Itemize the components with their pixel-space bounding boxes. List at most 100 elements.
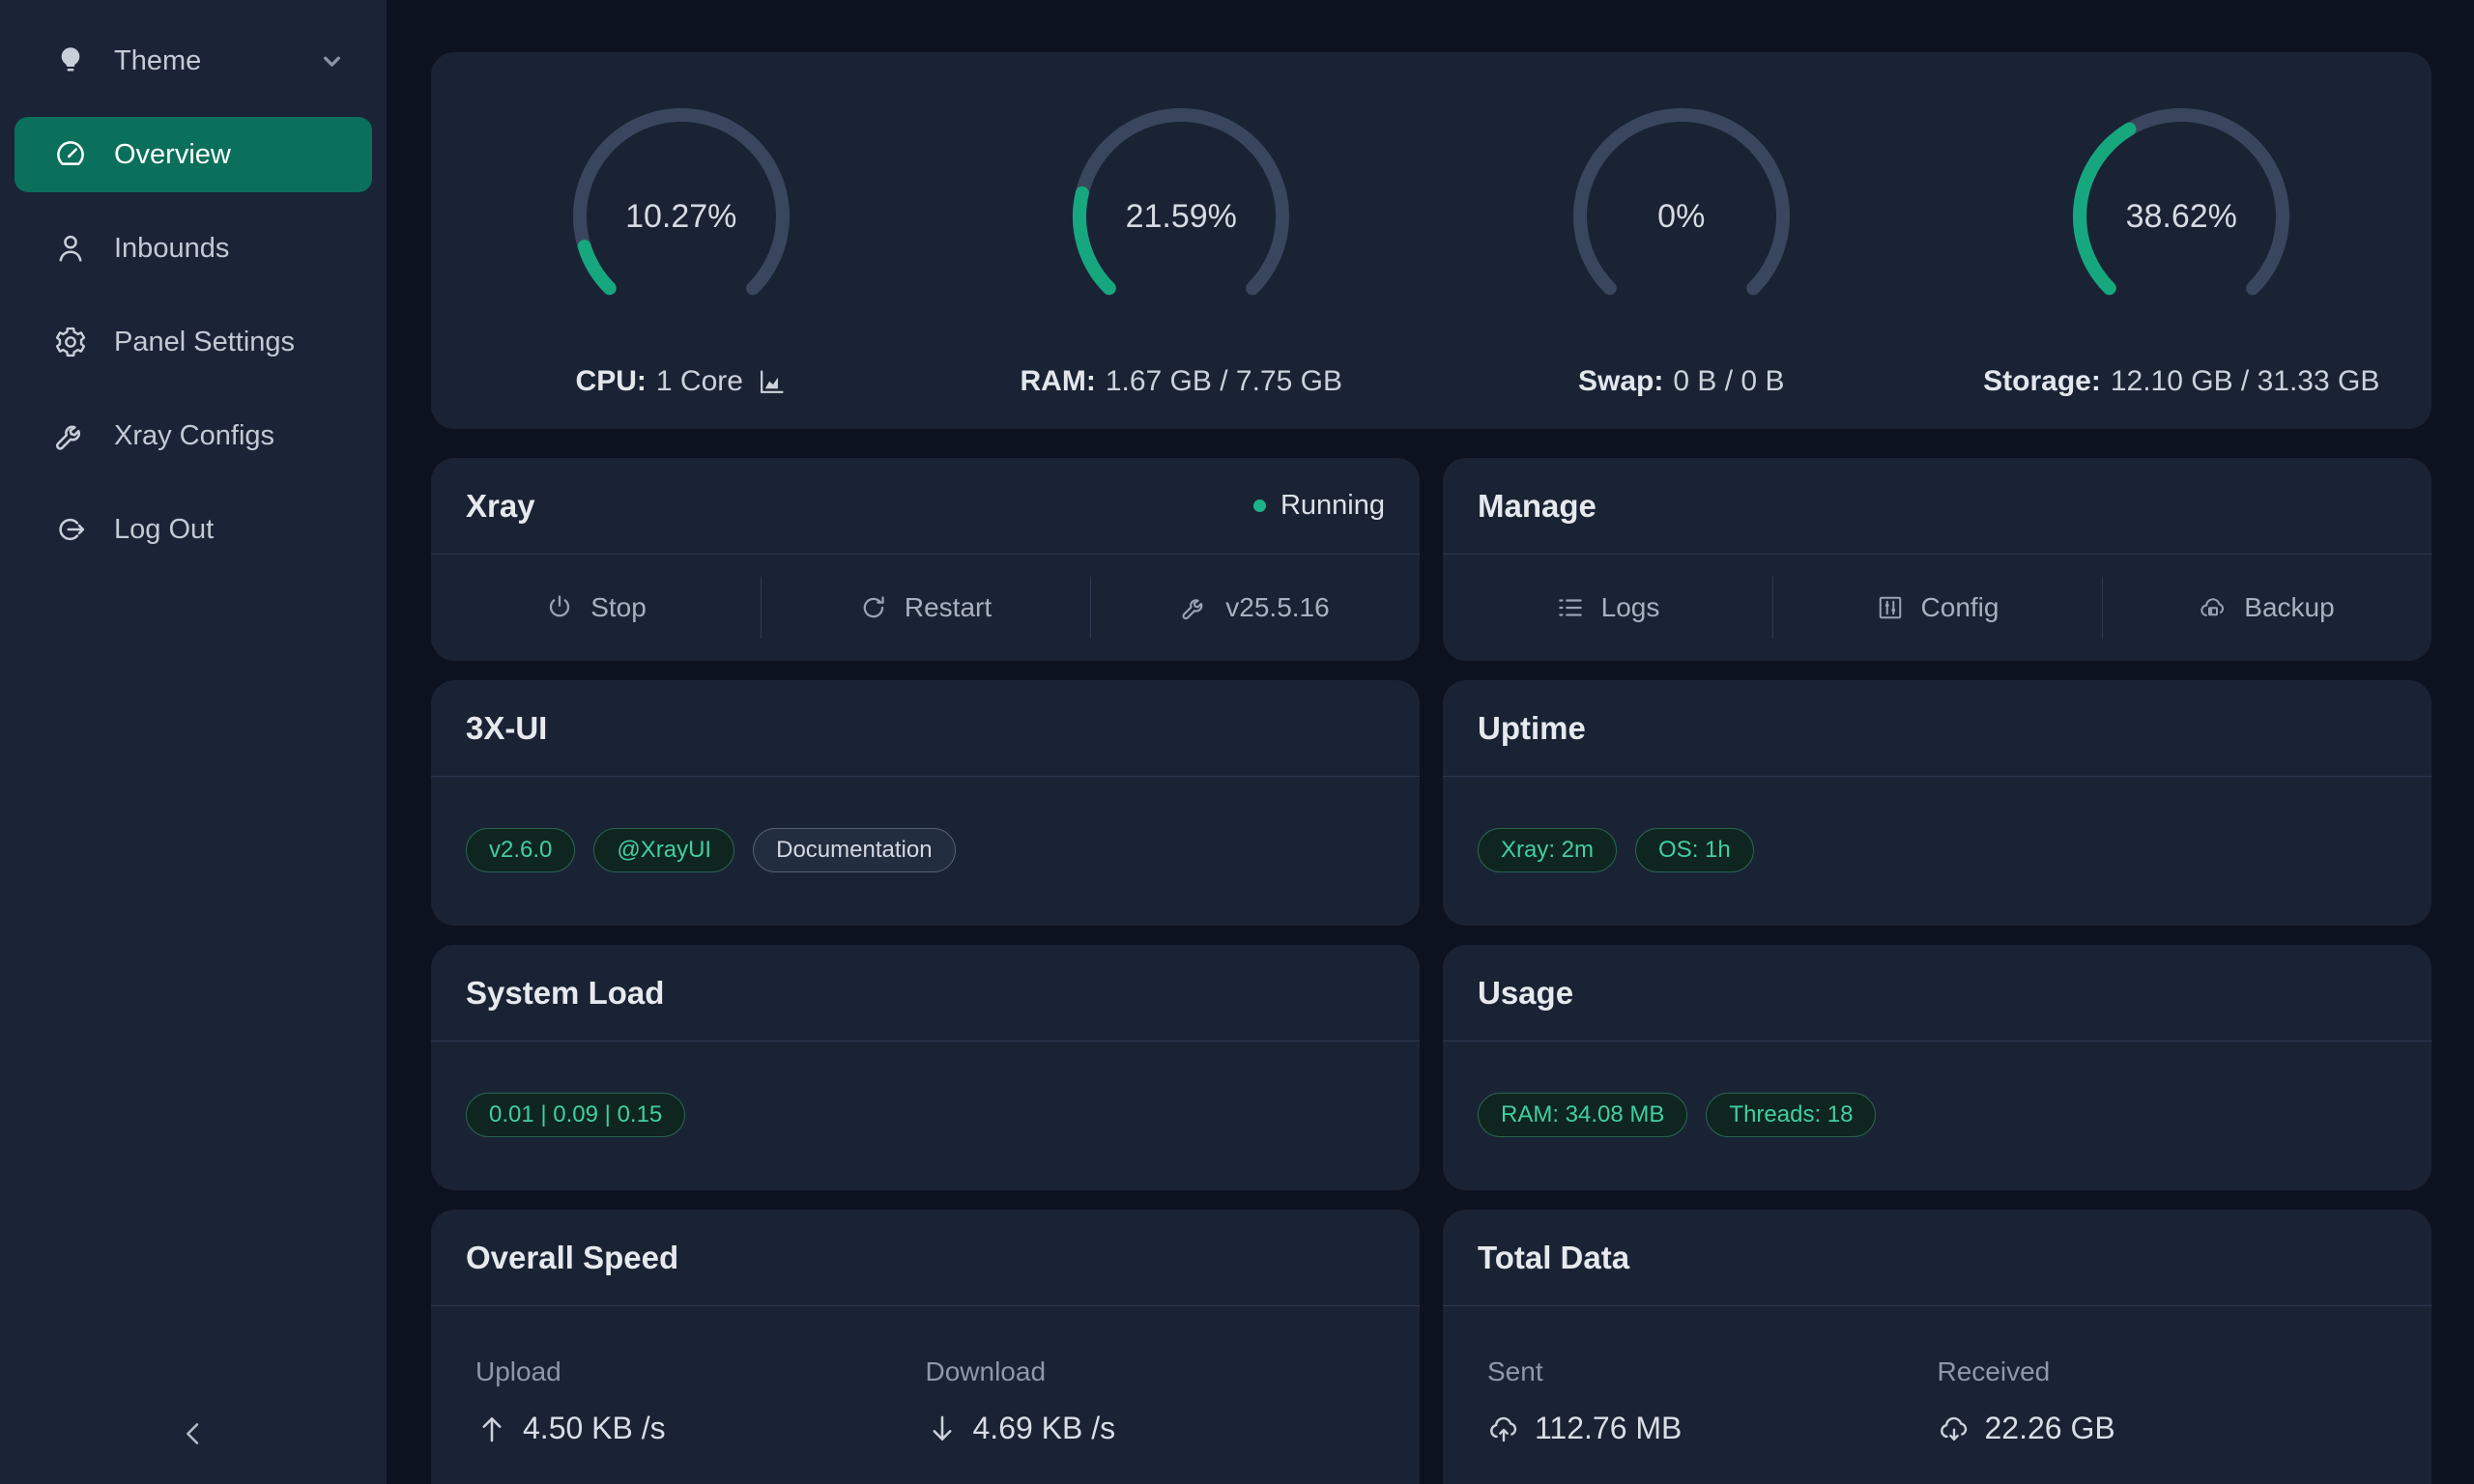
cpu-gauge-label: CPU: 1 Core — [576, 365, 787, 398]
threads-tag: Threads: 18 — [1706, 1093, 1876, 1137]
system-status-card: 10.27% CPU: 1 Core 21.59% RAM: 1.67 GB — [431, 52, 2431, 429]
version-tag[interactable]: v2.6.0 — [466, 828, 575, 872]
documentation-tag[interactable]: Documentation — [753, 828, 955, 872]
cpu-gauge: 10.27% — [565, 100, 797, 332]
sent-stat: Sent 112.76 MB — [1487, 1356, 1938, 1446]
sidebar-item-label: Inbounds — [114, 233, 229, 265]
restart-button[interactable]: Restart — [761, 555, 1090, 660]
manage-card-header: Manage — [1443, 458, 2431, 555]
xray-status-badge: Running — [1253, 490, 1385, 522]
upload-value: 4.50 KB /s — [475, 1411, 926, 1446]
card-title: Xray — [466, 488, 535, 525]
ram-usage-tag: RAM: 34.08 MB — [1478, 1093, 1687, 1137]
system-load-tags: 0.01 | 0.09 | 0.15 — [431, 1042, 1420, 1188]
chevron-left-icon — [177, 1417, 210, 1450]
swap-gauge: 0% — [1566, 100, 1798, 332]
ram-gauge-label: RAM: 1.67 GB / 7.75 GB — [1021, 365, 1342, 398]
sidebar-item-panel-settings[interactable]: Panel Settings — [14, 304, 372, 380]
stat-label: Upload — [475, 1356, 926, 1387]
card-title: Total Data — [1478, 1240, 1629, 1276]
xray-version-button[interactable]: v25.5.16 — [1090, 555, 1420, 660]
sidebar: Theme Overview Inbounds Panel Settings X… — [0, 0, 387, 1484]
load-average-tag: 0.01 | 0.09 | 0.15 — [466, 1093, 685, 1137]
sliders-icon — [1876, 593, 1905, 622]
xray-card: Xray Running Stop Restart — [431, 458, 1420, 661]
logs-button[interactable]: Logs — [1443, 555, 1772, 660]
xray-uptime-tag: Xray: 2m — [1478, 828, 1617, 872]
sidebar-item-theme[interactable]: Theme — [14, 23, 372, 99]
ram-gauge-value: 21.59% — [1065, 100, 1297, 332]
chevron-down-icon — [319, 48, 345, 74]
stop-button[interactable]: Stop — [431, 555, 761, 660]
storage-gauge-label: Storage: 12.10 GB / 31.33 GB — [1983, 365, 2379, 398]
system-load-card-header: System Load — [431, 945, 1420, 1042]
sidebar-item-label: Xray Configs — [114, 420, 274, 452]
wrench-icon — [1180, 593, 1209, 622]
status-label: Running — [1280, 490, 1385, 522]
xui-tags: v2.6.0 @XrayUI Documentation — [431, 777, 1420, 924]
telegram-tag[interactable]: @XrayUI — [593, 828, 734, 872]
received-value: 22.26 GB — [1938, 1411, 2388, 1446]
backup-button[interactable]: Backup — [2102, 555, 2431, 660]
xray-card-header: Xray Running — [431, 458, 1420, 555]
sent-value: 112.76 MB — [1487, 1411, 1938, 1446]
sidebar-item-label: Theme — [114, 45, 201, 77]
total-data-card-header: Total Data — [1443, 1210, 2431, 1306]
card-title: Manage — [1478, 488, 1597, 525]
swap-gauge-cell: 0% Swap: 0 B / 0 B — [1431, 52, 1932, 429]
card-title: 3X-UI — [466, 710, 547, 747]
overall-speed-card: Overall Speed Upload 4.50 KB /s Download — [431, 1210, 1420, 1484]
xui-card: 3X-UI v2.6.0 @XrayUI Documentation — [431, 680, 1420, 926]
row-load-usage: System Load 0.01 | 0.09 | 0.15 Usage RAM… — [431, 945, 2431, 1190]
speed-stats: Upload 4.50 KB /s Download 4.69 K — [431, 1356, 1420, 1446]
download-value: 4.69 KB /s — [926, 1411, 1376, 1446]
sidebar-item-xray-configs[interactable]: Xray Configs — [14, 398, 372, 473]
overall-speed-card-header: Overall Speed — [431, 1210, 1420, 1306]
cpu-gauge-cell: 10.27% CPU: 1 Core — [431, 52, 932, 429]
total-data-card: Total Data Sent 112.76 MB Received — [1443, 1210, 2431, 1484]
storage-gauge-value: 38.62% — [2065, 100, 2297, 332]
sidebar-item-inbounds[interactable]: Inbounds — [14, 211, 372, 286]
sidebar-item-logout[interactable]: Log Out — [14, 492, 372, 567]
config-button[interactable]: Config — [1772, 555, 2102, 660]
uptime-card: Uptime Xray: 2m OS: 1h — [1443, 680, 2431, 926]
swap-gauge-value: 0% — [1566, 100, 1798, 332]
upload-stat: Upload 4.50 KB /s — [475, 1356, 926, 1446]
cloud-upload-icon — [1487, 1413, 1520, 1445]
storage-gauge-cell: 38.62% Storage: 12.10 GB / 31.33 GB — [1932, 52, 2432, 429]
sidebar-item-overview[interactable]: Overview — [14, 117, 372, 192]
card-title: Usage — [1478, 975, 1573, 1012]
sidebar-item-label: Log Out — [114, 514, 214, 546]
ram-gauge-cell: 21.59% RAM: 1.67 GB / 7.75 GB — [932, 52, 1432, 429]
manage-card: Manage Logs Config — [1443, 458, 2431, 661]
storage-gauge: 38.62% — [2065, 100, 2297, 332]
sidebar-item-label: Overview — [114, 139, 231, 171]
cpu-gauge-value: 10.27% — [565, 100, 797, 332]
uptime-card-header: Uptime — [1443, 680, 2431, 777]
download-stat: Download 4.69 KB /s — [926, 1356, 1376, 1446]
ram-gauge: 21.59% — [1065, 100, 1297, 332]
swap-gauge-label: Swap: 0 B / 0 B — [1578, 365, 1784, 398]
xui-card-header: 3X-UI — [431, 680, 1420, 777]
running-dot-icon — [1253, 499, 1266, 512]
dashboard-gauge-icon — [53, 137, 88, 172]
logout-icon — [53, 512, 88, 547]
row-speed-data: Overall Speed Upload 4.50 KB /s Download — [431, 1210, 2431, 1484]
total-data-stats: Sent 112.76 MB Received 22.26 GB — [1443, 1356, 2431, 1446]
usage-card: Usage RAM: 34.08 MB Threads: 18 — [1443, 945, 2431, 1190]
card-title: System Load — [466, 975, 664, 1012]
row-xray-manage: Xray Running Stop Restart — [431, 458, 2431, 661]
usage-tags: RAM: 34.08 MB Threads: 18 — [1443, 1042, 2431, 1188]
list-icon — [1556, 593, 1585, 622]
usage-card-header: Usage — [1443, 945, 2431, 1042]
cloud-server-icon — [2199, 593, 2228, 622]
area-chart-icon[interactable] — [757, 367, 787, 397]
arrow-up-icon — [475, 1413, 508, 1445]
os-uptime-tag: OS: 1h — [1635, 828, 1754, 872]
manage-actions: Logs Config Backup — [1443, 555, 2431, 660]
sidebar-collapse-button[interactable] — [164, 1405, 222, 1463]
card-title: Overall Speed — [466, 1240, 678, 1276]
stat-label: Sent — [1487, 1356, 1938, 1387]
arrow-down-icon — [926, 1413, 959, 1445]
wrench-icon — [53, 418, 88, 453]
